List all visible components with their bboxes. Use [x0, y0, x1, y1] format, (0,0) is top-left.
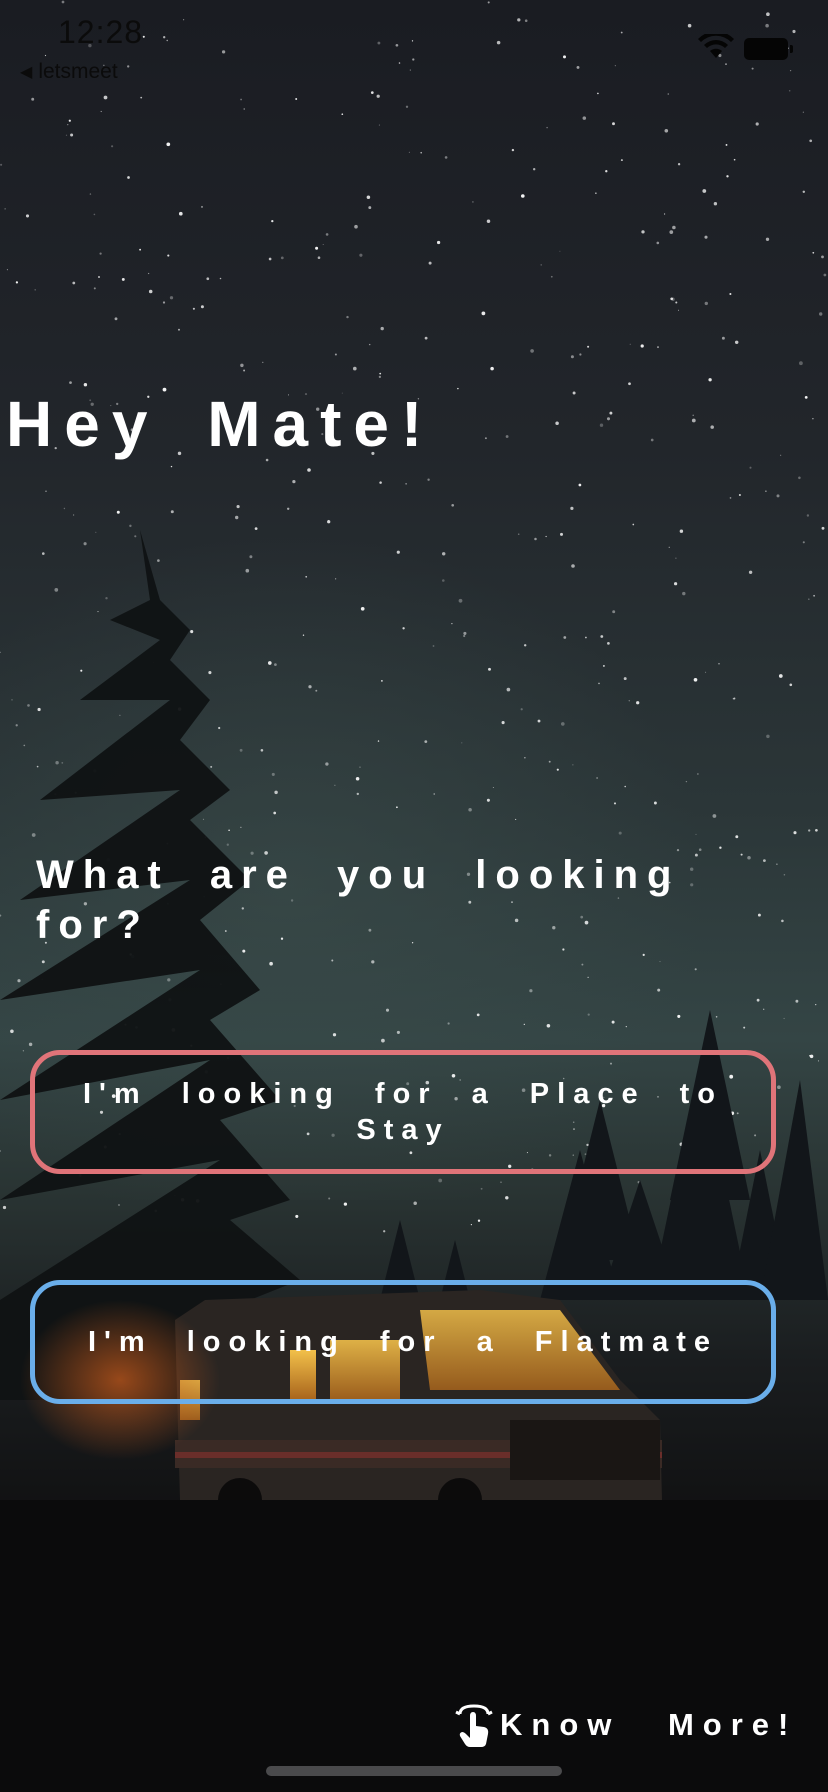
flatmate-button[interactable]: I'm looking for a Flatmate: [30, 1280, 776, 1404]
status-time: 12:28: [58, 14, 144, 50]
place-to-stay-button[interactable]: I'm looking for a Place to Stay: [30, 1050, 776, 1174]
back-link-label: letsmeet: [38, 60, 118, 83]
battery-icon: [744, 38, 793, 60]
welcome-screen: 12:28 ◀ letsmeet Hey Mate! What are you …: [0, 0, 828, 1792]
home-indicator[interactable]: [266, 1766, 562, 1776]
know-more-button[interactable]: Know More!: [452, 1702, 797, 1748]
know-more-label: Know More!: [500, 1707, 798, 1742]
question-prompt: What are you looking for?: [36, 853, 681, 947]
back-to-app-link[interactable]: ◀ letsmeet: [20, 60, 118, 84]
tap-hand-icon: [455, 1704, 493, 1747]
wifi-icon: [698, 34, 734, 58]
greeting-title: Hey Mate!: [6, 388, 435, 460]
back-triangle-icon: ◀: [20, 64, 33, 81]
